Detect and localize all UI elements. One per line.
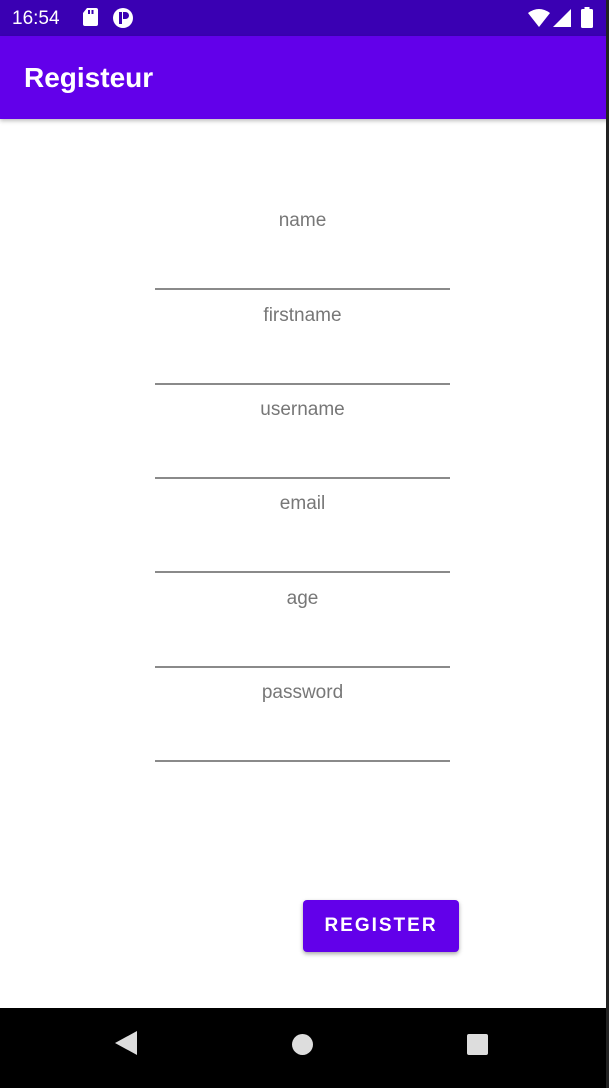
name-field[interactable]: name: [155, 210, 450, 290]
app-bar: Registeur: [0, 36, 609, 119]
app-title: Registeur: [24, 62, 154, 93]
username-field[interactable]: username: [155, 399, 450, 479]
battery-icon: [581, 7, 593, 28]
email-field[interactable]: email: [155, 493, 450, 573]
firstname-hint: firstname: [263, 305, 342, 326]
firstname-field[interactable]: firstname: [155, 305, 450, 385]
app-notification-icon: [113, 8, 133, 28]
password-underline: [155, 760, 450, 762]
age-field[interactable]: age: [155, 588, 450, 668]
sd-card-icon: [83, 8, 98, 26]
age-hint: age: [286, 588, 319, 609]
age-underline: [155, 666, 450, 668]
password-hint: password: [261, 682, 344, 703]
username-underline: [155, 477, 450, 479]
password-field[interactable]: password: [155, 682, 450, 762]
signal-icon: [553, 9, 571, 27]
status-bar: 16:54: [0, 0, 609, 36]
email-hint: email: [279, 493, 326, 514]
recents-icon[interactable]: [467, 1034, 488, 1055]
username-hint: username: [260, 399, 345, 420]
firstname-underline: [155, 383, 450, 385]
home-icon[interactable]: [292, 1034, 313, 1055]
name-hint: name: [278, 210, 327, 231]
back-icon[interactable]: [115, 1031, 137, 1055]
status-time: 16:54: [12, 8, 60, 29]
wifi-icon: [528, 9, 550, 27]
email-underline: [155, 571, 450, 573]
name-underline: [155, 288, 450, 290]
register-button[interactable]: REGISTER: [303, 900, 459, 952]
